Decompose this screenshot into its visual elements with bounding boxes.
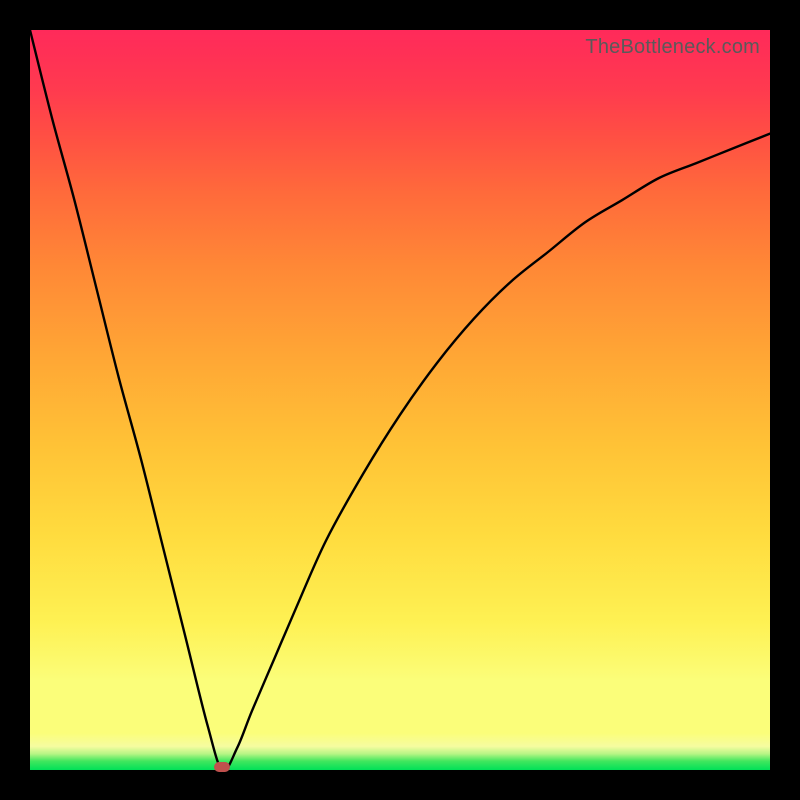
chart-frame: TheBottleneck.com (0, 0, 800, 800)
curve-svg (30, 30, 770, 770)
minimum-marker (214, 762, 230, 772)
bottleneck-curve-path (30, 30, 770, 771)
plot-area: TheBottleneck.com (30, 30, 770, 770)
